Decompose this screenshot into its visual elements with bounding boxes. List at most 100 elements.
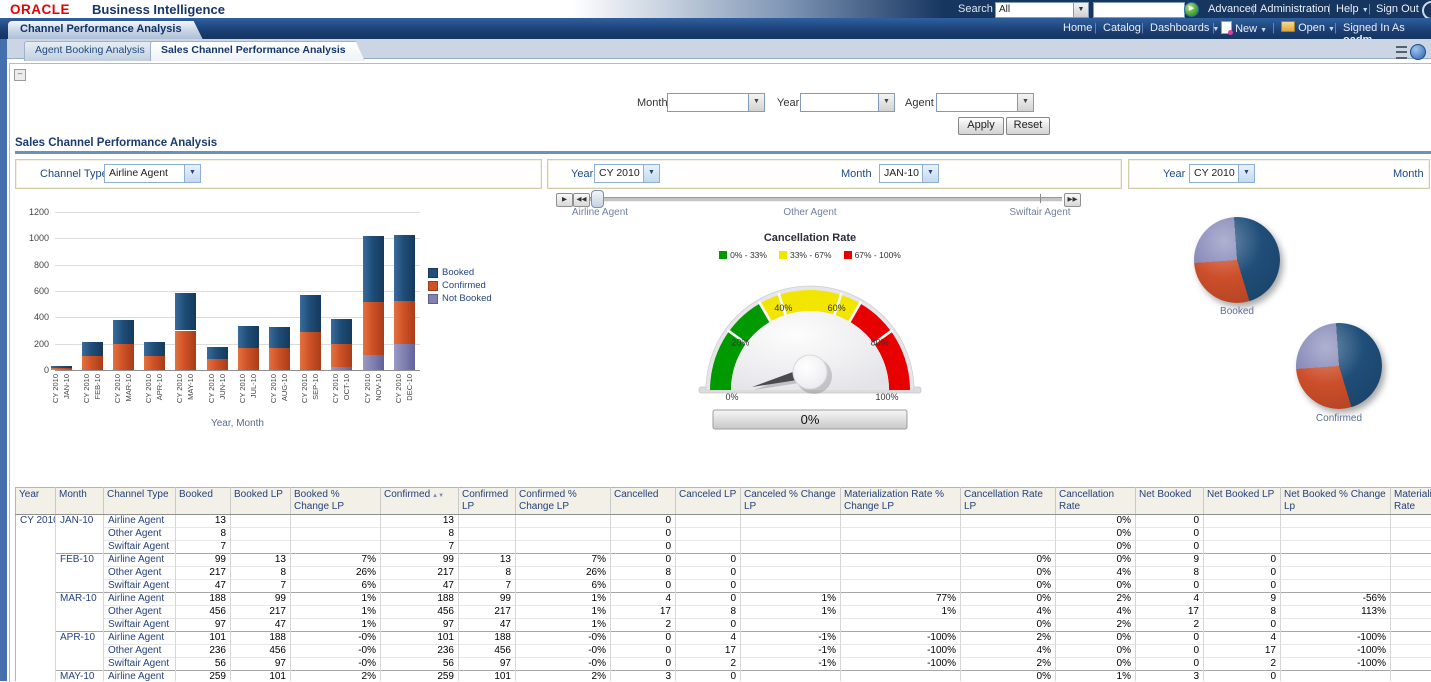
tab-sales-channel-performance-analysis[interactable]: Sales Channel Performance Analysis	[150, 41, 365, 61]
chevron-down-icon[interactable]: ▼	[878, 94, 894, 111]
bar-segment[interactable]	[269, 327, 290, 349]
gauge-dial: 0%20%40%60%80%100%0%	[695, 260, 925, 440]
slider-label-airline-agent[interactable]: Airline Agent	[558, 207, 642, 218]
bar-segment[interactable]	[51, 369, 72, 370]
bar-segment[interactable]	[238, 348, 259, 370]
column-header[interactable]: Cancellation Rate LP	[961, 488, 1056, 515]
home-link[interactable]: Home	[1063, 22, 1092, 34]
apply-button[interactable]: Apply	[958, 117, 1004, 135]
column-header[interactable]: Booked LP	[231, 488, 291, 515]
chevron-down-icon[interactable]: ▼	[1238, 165, 1254, 182]
chevron-down-icon[interactable]: ▼	[184, 165, 200, 182]
bar-segment[interactable]	[363, 236, 384, 302]
bar-segment[interactable]	[51, 366, 72, 368]
column-header[interactable]: Materialization Rate % Change LP	[841, 488, 961, 515]
svg-text:80%: 80%	[871, 337, 889, 347]
tab-agent-booking-analysis[interactable]: Agent Booking Analysis	[24, 41, 164, 61]
pie-year-dropdown[interactable]: CY 2010▼	[1189, 164, 1255, 183]
chevron-down-icon[interactable]: ▼	[1017, 94, 1033, 111]
collapse-section-icon[interactable]: –	[14, 69, 26, 81]
bar-segment[interactable]	[363, 302, 384, 355]
dashboard-tab[interactable]: Channel Performance Analysis	[8, 21, 204, 41]
bar-segment[interactable]	[394, 344, 415, 370]
column-header[interactable]: Confirmed % Change LP	[516, 488, 611, 515]
sign-out-link[interactable]: Sign Out	[1376, 3, 1419, 15]
bar-segment[interactable]	[331, 319, 352, 344]
slider-label-other-agent[interactable]: Other Agent	[760, 207, 860, 218]
agent-filter-dropdown[interactable]: ▼	[936, 93, 1034, 112]
slider-track[interactable]	[590, 197, 1062, 202]
column-header[interactable]: Net Booked % Change Lp	[1281, 488, 1391, 515]
bar-segment[interactable]	[300, 332, 321, 370]
bar-segment[interactable]	[144, 356, 165, 370]
bar-segment[interactable]	[51, 368, 72, 370]
column-header[interactable]: Year	[16, 488, 56, 515]
column-header[interactable]: Cancelled	[611, 488, 676, 515]
slider-forward-button[interactable]: ▶▶	[1064, 193, 1081, 207]
chevron-down-icon[interactable]: ▼	[1073, 3, 1088, 17]
chevron-down-icon[interactable]: ▼	[748, 94, 764, 111]
slider-play-button[interactable]: ▶	[556, 193, 573, 207]
administration-link[interactable]: Administration	[1260, 3, 1330, 15]
column-header[interactable]: Confirmed▲▼	[381, 488, 459, 515]
confirmed-pie-chart[interactable]	[1296, 323, 1382, 409]
bar-segment[interactable]	[175, 331, 196, 371]
column-header[interactable]: Confirmed LP	[459, 488, 516, 515]
bar-segment[interactable]	[175, 293, 196, 331]
bar-segment[interactable]	[113, 344, 134, 370]
chevron-down-icon[interactable]: ▼	[922, 165, 938, 182]
slider-back-button[interactable]: ◀◀	[573, 193, 590, 207]
y-axis-tick: 200	[15, 339, 49, 349]
bar-segment[interactable]	[82, 356, 103, 370]
month-filter-dropdown[interactable]: ▼	[667, 93, 765, 112]
bar-segment[interactable]	[207, 359, 228, 370]
slider-label-swiftair-agent[interactable]: Swiftair Agent	[990, 207, 1090, 218]
column-header[interactable]: Booked % Change LP	[291, 488, 381, 515]
bar-segment[interactable]	[82, 342, 103, 356]
new-menu[interactable]: New ▼	[1221, 21, 1267, 35]
gauge-month-dropdown[interactable]: JAN-10▼	[879, 164, 939, 183]
bar-segment[interactable]	[207, 347, 228, 360]
open-folder-icon	[1281, 21, 1295, 32]
obiee-dashboard: { "header": { "brand": "ORACLE", "produc…	[0, 0, 1431, 681]
year-filter-dropdown[interactable]: ▼	[800, 93, 895, 112]
sort-icons[interactable]: ▲▼	[432, 493, 444, 499]
catalog-link[interactable]: Catalog	[1103, 22, 1141, 34]
advanced-link[interactable]: Advanced	[1208, 3, 1257, 15]
bar-segment[interactable]	[331, 367, 352, 370]
bar-segment[interactable]	[394, 235, 415, 301]
column-header[interactable]: Canceled LP	[676, 488, 741, 515]
column-header[interactable]: Month	[56, 488, 104, 515]
bar-segment[interactable]	[269, 348, 290, 370]
channel-type-dropdown[interactable]: Airline Agent▼	[104, 164, 201, 183]
column-header[interactable]: Materialization Rate	[1391, 488, 1431, 515]
chevron-down-icon[interactable]: ▼	[643, 165, 659, 182]
bar-segment[interactable]	[331, 344, 352, 367]
dashboards-menu[interactable]: Dashboards ▼	[1150, 22, 1219, 34]
column-header[interactable]: Channel Type	[104, 488, 176, 515]
column-header[interactable]: Canceled % Change LP	[741, 488, 841, 515]
bar-segment[interactable]	[300, 295, 321, 333]
slider-thumb[interactable]	[591, 190, 604, 208]
column-header[interactable]: Net Booked	[1136, 488, 1204, 515]
help-menu[interactable]: Help ▼	[1336, 3, 1369, 15]
search-input[interactable]	[1093, 2, 1185, 18]
bar-segment[interactable]	[394, 301, 415, 344]
column-header[interactable]: Cancellation Rate	[1056, 488, 1136, 515]
page-options-icon[interactable]	[1396, 46, 1407, 59]
search-scope-select[interactable]: All ▼	[995, 2, 1089, 18]
bar-segment[interactable]	[363, 355, 384, 370]
page-help-icon[interactable]	[1410, 44, 1426, 60]
column-header[interactable]: Net Booked LP	[1204, 488, 1281, 515]
column-header[interactable]: Booked	[176, 488, 231, 515]
search-go-icon[interactable]: ▶	[1184, 2, 1199, 17]
bar-segment[interactable]	[238, 326, 259, 348]
global-menu-bar: Channel Performance Analysis Home | Cata…	[0, 18, 1431, 39]
reset-button[interactable]: Reset	[1006, 117, 1050, 135]
x-axis-label: CY 2010MAR-10	[110, 374, 136, 420]
open-menu[interactable]: Open ▼	[1281, 21, 1335, 34]
gauge-year-dropdown[interactable]: CY 2010▼	[594, 164, 660, 183]
booked-pie-chart[interactable]	[1194, 217, 1280, 303]
bar-segment[interactable]	[144, 342, 165, 356]
bar-segment[interactable]	[113, 320, 134, 344]
